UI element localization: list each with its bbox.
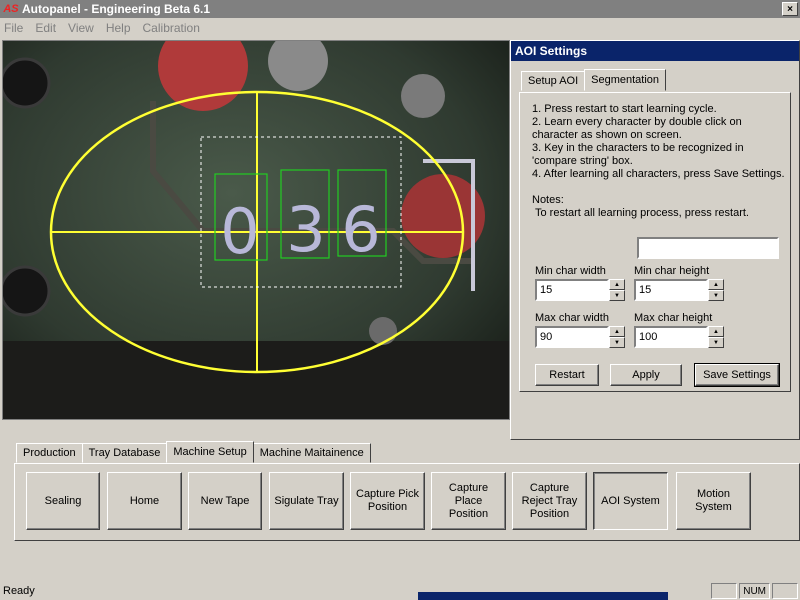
instruction-line: 1. Press restart to start learning cycle… (532, 103, 717, 115)
save-settings-button[interactable]: Save Settings (694, 363, 780, 387)
spin-down-icon[interactable]: ▼ (609, 290, 625, 301)
spin-down-icon[interactable]: ▼ (708, 337, 724, 348)
menu-help[interactable]: Help (106, 21, 131, 35)
notes-label: Notes: (532, 194, 564, 206)
title-bar: AS Autopanel - Engineering Beta 6.1 × (0, 0, 800, 18)
max-char-height-stepper[interactable]: ▲ ▼ (708, 326, 724, 348)
sigulate-tray-button[interactable]: Sigulate Tray (269, 472, 344, 530)
spin-up-icon[interactable]: ▲ (708, 326, 724, 337)
min-char-height-stepper[interactable]: ▲ ▼ (708, 279, 724, 301)
max-char-width-stepper[interactable]: ▲ ▼ (609, 326, 625, 348)
camera-view[interactable]: 0 3 6 (2, 40, 510, 420)
apply-button[interactable]: Apply (610, 364, 682, 386)
min-char-height-label: Min char height (634, 265, 710, 277)
close-icon[interactable]: × (782, 2, 798, 16)
main-tab-strip: Production Tray Database Machine Setup M… (16, 441, 371, 463)
pcb-hole (3, 57, 51, 109)
instruction-line: 3. Key in the characters to be recognize… (532, 142, 744, 167)
spin-up-icon[interactable]: ▲ (708, 279, 724, 290)
capture-pick-position-button[interactable]: Capture Pick Position (350, 472, 425, 530)
spin-up-icon[interactable]: ▲ (609, 279, 625, 290)
min-char-height-input[interactable]: 15 (634, 279, 708, 301)
max-char-width-label: Max char width (535, 312, 609, 324)
menu-edit[interactable]: Edit (35, 21, 56, 35)
menu-file[interactable]: File (4, 21, 23, 35)
pcb-pad (401, 74, 445, 118)
max-char-height-label: Max char height (634, 312, 713, 324)
compare-string-input[interactable] (637, 237, 779, 259)
tab-production[interactable]: Production (16, 443, 83, 463)
app-logo-icon: AS (3, 3, 19, 15)
background-window-peek (418, 592, 668, 600)
aoi-system-button[interactable]: AOI System (593, 472, 668, 530)
spin-down-icon[interactable]: ▼ (609, 337, 625, 348)
spin-down-icon[interactable]: ▼ (708, 290, 724, 301)
home-button[interactable]: Home (107, 472, 182, 530)
menu-calibration[interactable]: Calibration (143, 21, 200, 35)
spin-up-icon[interactable]: ▲ (609, 326, 625, 337)
tab-machine-maintenance[interactable]: Machine Maitainence (252, 443, 371, 463)
min-char-width-stepper[interactable]: ▲ ▼ (609, 279, 625, 301)
pcb-char-0[interactable]: 0 (220, 195, 259, 268)
restart-button[interactable]: Restart (535, 364, 599, 386)
status-bar: Ready NUM (0, 582, 800, 600)
window-title: Autopanel - Engineering Beta 6.1 (22, 2, 211, 16)
max-char-width-input[interactable]: 90 (535, 326, 609, 348)
aoi-tab-strip: Setup AOI Segmentation (521, 69, 667, 91)
pcb-char-2[interactable]: 6 (341, 193, 380, 266)
capture-reject-tray-position-button[interactable]: Capture Reject Tray Position (512, 472, 587, 530)
instruction-line: 4. After learning all characters, press … (532, 168, 785, 180)
status-cell-empty (772, 583, 798, 599)
aoi-settings-window: AOI Settings Setup AOI Segmentation 1. P… (510, 40, 800, 440)
pcb-hole (3, 265, 51, 317)
aoi-settings-title: AOI Settings (511, 41, 799, 61)
menu-view[interactable]: View (68, 21, 94, 35)
min-char-width-input[interactable]: 15 (535, 279, 609, 301)
status-cell-empty (711, 583, 738, 599)
pcb-char-1[interactable]: 3 (286, 193, 325, 266)
tab-tray-database[interactable]: Tray Database (81, 443, 168, 463)
capture-place-position-button[interactable]: Capture Place Position (431, 472, 506, 530)
instructions: 1. Press restart to start learning cycle… (532, 103, 787, 220)
instruction-line: 2. Learn every character by double click… (532, 116, 742, 141)
pcb-pad (369, 317, 397, 345)
tab-segmentation[interactable]: Segmentation (584, 69, 667, 91)
tab-setup-aoi[interactable]: Setup AOI (521, 71, 586, 91)
menu-bar: File Edit View Help Calibration (0, 19, 800, 37)
new-tape-button[interactable]: New Tape (188, 472, 262, 530)
camera-image: 0 3 6 (3, 41, 509, 419)
notes-text: To restart all learning process, press r… (535, 207, 749, 219)
max-char-height-input[interactable]: 100 (634, 326, 708, 348)
status-num-indicator: NUM (739, 583, 770, 599)
tab-machine-setup[interactable]: Machine Setup (166, 441, 254, 463)
motion-system-button[interactable]: Motion System (676, 472, 751, 530)
min-char-width-label: Min char width (535, 265, 606, 277)
sealing-button[interactable]: Sealing (26, 472, 100, 530)
